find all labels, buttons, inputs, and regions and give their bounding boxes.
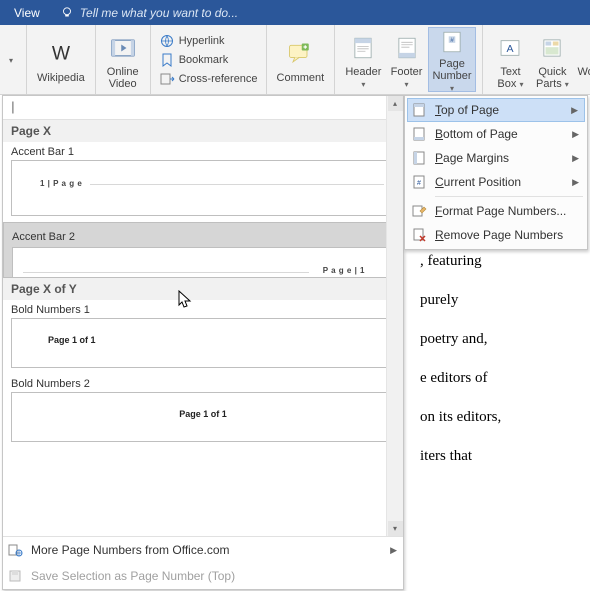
tell-me-input[interactable]: Tell me what you want to do... xyxy=(80,6,238,20)
text-box-button[interactable]: A Text Box ▾ xyxy=(489,27,531,92)
scroll-up-icon[interactable]: ▴ xyxy=(388,96,403,111)
footer-icon xyxy=(394,34,420,62)
menu-bottom-of-page[interactable]: Bottom of Page ▶ xyxy=(407,122,585,146)
header-icon xyxy=(350,34,376,62)
gallery-category: Page X xyxy=(3,120,403,142)
office-icon xyxy=(7,542,23,558)
svg-text:#: # xyxy=(450,37,454,44)
menu-page-margins[interactable]: Page Margins ▶ xyxy=(407,146,585,170)
svg-text:A: A xyxy=(507,43,515,55)
hyperlink-icon xyxy=(159,33,175,49)
submenu-arrow-icon: ▶ xyxy=(571,105,578,116)
menu-separator xyxy=(435,196,583,197)
bookmark-button[interactable]: Bookmark xyxy=(157,51,260,69)
doc-line: poetry and, xyxy=(420,320,570,359)
page-number-menu: Top of Page ▶ Bottom of Page ▶ Page Marg… xyxy=(404,95,588,250)
bookmark-icon xyxy=(159,52,175,68)
cross-reference-button[interactable]: Cross-reference xyxy=(157,70,260,88)
submenu-arrow-icon: ▶ xyxy=(572,177,579,188)
gallery-more-from-office[interactable]: More Page Numbers from Office.com ▶ xyxy=(3,537,403,563)
gallery-item-accent-bar-1[interactable]: 1 | P a g e xyxy=(11,160,395,216)
page-margins-icon xyxy=(411,150,427,166)
page-number-gallery: | Page X Accent Bar 1 1 | P a g e Accent… xyxy=(2,95,404,590)
footer-button[interactable]: Footer ▾ xyxy=(386,27,428,92)
gallery-item-title: Bold Numbers 1 xyxy=(3,300,403,318)
quick-parts-button[interactable]: Quick Parts ▾ xyxy=(531,27,573,92)
video-icon xyxy=(108,34,138,62)
quick-parts-icon xyxy=(539,34,565,62)
gallery-search[interactable]: | xyxy=(3,96,403,120)
remove-page-numbers-icon xyxy=(411,227,427,243)
save-icon xyxy=(7,568,23,584)
gallery-search-input[interactable] xyxy=(21,101,397,115)
doc-line: purely xyxy=(420,281,570,320)
submenu-arrow-icon: ▶ xyxy=(390,545,397,556)
online-video-button[interactable]: Online Video xyxy=(102,27,144,92)
ribbon: ▾ W Wikipedia Online Video Hyperlink Boo… xyxy=(0,25,590,95)
doc-line: e editors of xyxy=(420,359,570,398)
wikipedia-button[interactable]: W Wikipedia xyxy=(33,27,89,92)
format-page-numbers-icon xyxy=(411,203,427,219)
tab-view[interactable]: View xyxy=(8,6,46,20)
menu-top-of-page[interactable]: Top of Page ▶ xyxy=(407,98,585,122)
gallery-save-selection: Save Selection as Page Number (Top) xyxy=(3,563,403,589)
hyperlink-button[interactable]: Hyperlink xyxy=(157,32,260,50)
page-number-button[interactable]: # Page Number ▾ xyxy=(428,27,477,92)
current-position-icon: # xyxy=(411,174,427,190)
svg-text:#: # xyxy=(417,180,421,187)
wikipedia-icon: W xyxy=(47,40,75,68)
gallery-item-title: Accent Bar 2 xyxy=(12,231,394,247)
comment-button[interactable]: Comment xyxy=(273,27,329,92)
top-of-page-icon xyxy=(411,102,427,118)
gallery-item-title: Accent Bar 1 xyxy=(3,142,403,160)
gallery-item-bold-numbers-1[interactable]: Page 1 of 1 xyxy=(11,318,395,368)
text-box-icon: A xyxy=(497,34,523,62)
title-bar: View Tell me what you want to do... xyxy=(0,0,590,25)
gallery-item-title: Bold Numbers 2 xyxy=(3,374,403,392)
header-button[interactable]: Header ▾ xyxy=(341,27,385,92)
gallery-item-accent-bar-2[interactable]: P a g e | 1 xyxy=(12,247,394,278)
scroll-down-icon[interactable]: ▾ xyxy=(388,521,403,536)
wordart-button[interactable]: A WordArt▾ xyxy=(573,27,590,92)
cross-reference-icon xyxy=(159,71,175,87)
gallery-scrollbar[interactable]: ▴ ▾ xyxy=(386,96,403,536)
svg-text:W: W xyxy=(52,43,71,64)
gallery-item-bold-numbers-2[interactable]: Page 1 of 1 xyxy=(11,392,395,442)
bottom-of-page-icon xyxy=(411,126,427,142)
menu-remove-page-numbers[interactable]: Remove Page Numbers xyxy=(407,223,585,247)
gallery-category: Page X of Y xyxy=(3,278,403,300)
submenu-arrow-icon: ▶ xyxy=(572,129,579,140)
menu-format-page-numbers[interactable]: Format Page Numbers... xyxy=(407,199,585,223)
ribbon-overflow-left[interactable]: ▾ xyxy=(2,27,20,92)
doc-line: on its editors, xyxy=(420,398,570,437)
menu-current-position[interactable]: # Current Position ▶ xyxy=(407,170,585,194)
comment-icon xyxy=(285,40,315,68)
page-number-icon: # xyxy=(439,28,465,56)
doc-line: iters that xyxy=(420,437,570,476)
wordart-icon: A xyxy=(585,34,590,62)
submenu-arrow-icon: ▶ xyxy=(572,153,579,164)
lightbulb-icon xyxy=(60,6,74,20)
